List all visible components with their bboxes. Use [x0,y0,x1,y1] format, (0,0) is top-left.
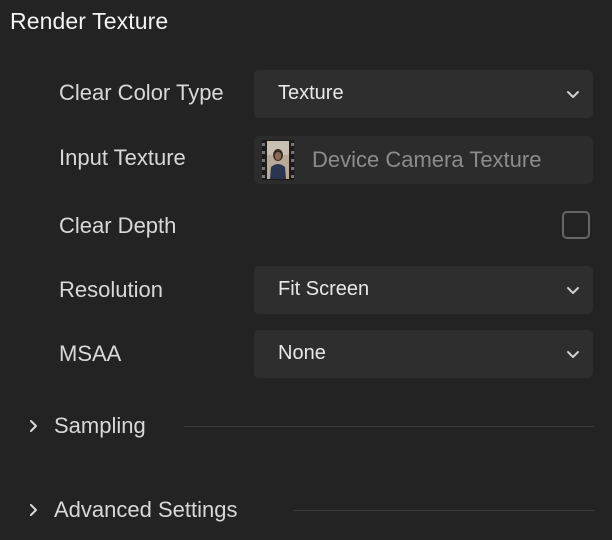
clear-depth-label: Clear Depth [59,213,177,238]
advanced-settings-group-label: Advanced Settings [54,497,238,522]
resolution-value: Fit Screen [278,278,370,300]
input-texture-field[interactable]: Device Camera Texture [254,136,593,184]
chevron-right-icon [30,504,37,516]
input-texture-label: Input Texture [59,145,186,170]
input-texture-value: Device Camera Texture [312,147,542,172]
msaa-value: None [278,342,326,364]
msaa-label: MSAA [59,341,122,366]
clear-color-type-label: Clear Color Type [59,80,224,105]
chevron-right-icon [30,420,37,432]
clear-color-type-value: Texture [278,82,344,104]
clear-color-type-dropdown[interactable]: Texture [254,70,593,118]
chevron-down-icon [567,351,579,358]
chevron-down-icon [567,287,579,294]
section-title: Render Texture [10,8,169,34]
sampling-group-label: Sampling [54,413,146,438]
chevron-down-icon [567,91,579,98]
resolution-dropdown[interactable]: Fit Screen [254,266,593,314]
msaa-dropdown[interactable]: None [254,330,593,378]
render-texture-panel: Render Texture Clear Color Type Texture … [0,0,612,540]
sampling-divider [184,426,594,427]
sampling-group-header[interactable]: Sampling [0,406,612,446]
clear-depth-checkbox[interactable] [562,211,590,239]
advanced-settings-divider [294,510,594,511]
advanced-settings-group-header[interactable]: Advanced Settings [0,490,612,530]
resolution-label: Resolution [59,277,163,302]
camera-texture-thumbnail [262,140,294,180]
